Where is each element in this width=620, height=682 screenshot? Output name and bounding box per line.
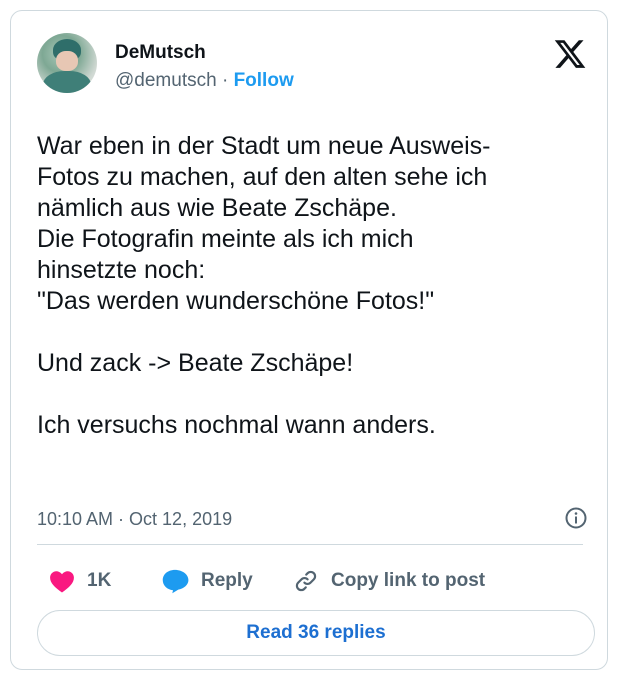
divider — [37, 544, 583, 545]
copy-link-label: Copy link to post — [331, 570, 486, 591]
follow-button[interactable]: Follow — [234, 70, 294, 91]
reply-label: Reply — [201, 570, 253, 591]
copy-link-button[interactable]: Copy link to post — [293, 567, 485, 595]
author-handle-row: @demutsch · Follow — [115, 69, 294, 93]
info-icon[interactable] — [564, 506, 588, 530]
link-icon — [295, 570, 317, 592]
tweet-card: DeMutsch @demutsch · Follow War eben in … — [10, 10, 608, 670]
reply-icon — [162, 569, 189, 594]
tweet-timestamp[interactable]: 10:10 AM · Oct 12, 2019 — [37, 508, 232, 530]
reply-button[interactable]: Reply — [161, 567, 253, 595]
tweet-text: War eben in der Stadt um neue Ausweis- F… — [37, 132, 491, 439]
avatar-body — [43, 71, 91, 93]
author-name[interactable]: DeMutsch — [115, 41, 206, 65]
like-button[interactable]: 1K — [49, 567, 111, 595]
avatar[interactable] — [37, 33, 97, 93]
author-handle[interactable]: @demutsch — [115, 70, 217, 91]
likes-count: 1K — [87, 570, 112, 591]
x-logo-icon[interactable] — [553, 37, 587, 71]
read-replies-button[interactable]: Read 36 replies — [37, 610, 595, 656]
separator: · — [221, 70, 229, 91]
avatar-face — [56, 51, 78, 71]
heart-icon — [50, 571, 74, 593]
